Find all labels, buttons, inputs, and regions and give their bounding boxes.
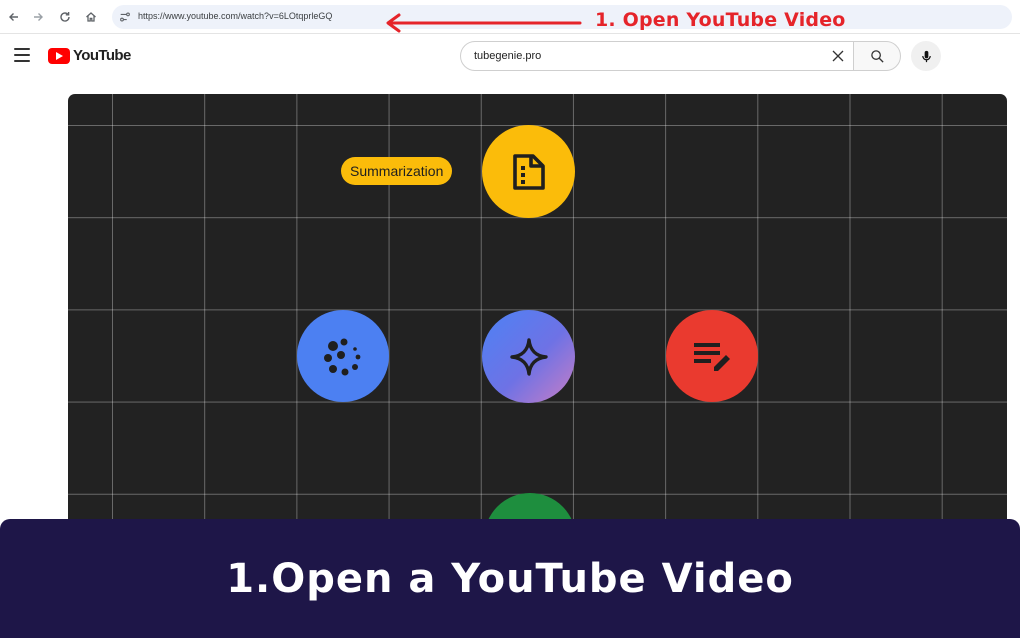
caption-banner: 1.Open a YouTube Video [0, 519, 1020, 638]
summarization-label: Summarization [341, 157, 453, 185]
youtube-logo[interactable]: YouTube [48, 47, 131, 64]
youtube-play-icon [48, 47, 70, 64]
document-icon [512, 153, 545, 190]
youtube-header: YouTube tubegenie.pro [0, 34, 1020, 78]
microphone-icon [921, 50, 931, 62]
youtube-logo-text: YouTube [73, 47, 131, 64]
processing-feature-circle [297, 310, 389, 402]
menu-icon[interactable] [14, 48, 30, 62]
banner-title: 1.Open a YouTube Video [226, 555, 794, 602]
search-input[interactable]: tubegenie.pro [460, 41, 854, 71]
url-text: https://www.youtube.com/watch?v=6LOtqprl… [138, 11, 333, 21]
page: https://www.youtube.com/watch?v=6LOtqprl… [0, 0, 1020, 638]
annotation-label: 1. Open YouTube Video [595, 9, 846, 31]
edit-notes-icon [694, 343, 730, 371]
gemini-feature-circle [482, 310, 575, 403]
summarization-feature-circle [482, 125, 575, 218]
search-icon [870, 49, 884, 63]
home-icon[interactable] [81, 7, 101, 27]
reload-icon[interactable] [55, 7, 75, 27]
forward-icon[interactable] [28, 7, 48, 27]
clear-search-icon[interactable] [829, 47, 847, 65]
back-icon[interactable] [4, 7, 24, 27]
notes-feature-circle [666, 310, 758, 402]
gemini-sparkle-icon [509, 337, 548, 376]
loading-dots-icon [324, 338, 361, 376]
site-info-icon[interactable] [118, 10, 132, 24]
video-player[interactable]: Summarization [68, 94, 1007, 564]
voice-search-button[interactable] [911, 41, 941, 71]
search-button[interactable] [853, 41, 901, 71]
search-input-value: tubegenie.pro [474, 50, 542, 62]
annotation-arrow [386, 13, 582, 33]
